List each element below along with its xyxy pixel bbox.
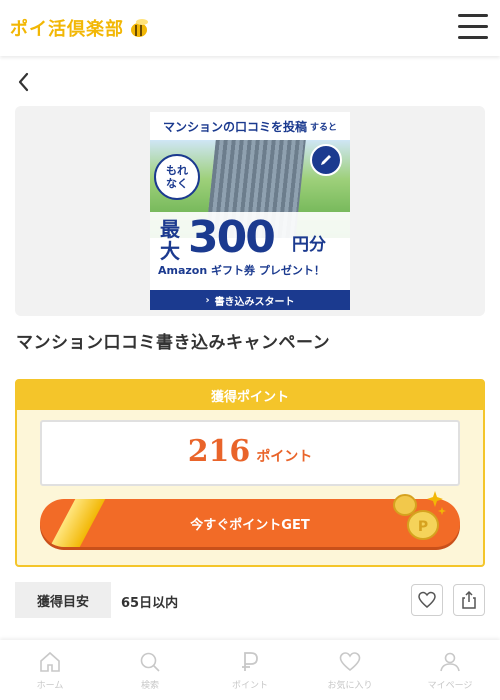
banner-headline-text: マンションの口コミを投稿 — [162, 119, 307, 134]
tab-favorites[interactable]: お気に入り — [300, 640, 400, 700]
tab-search-label: 検索 — [140, 681, 159, 691]
banner-max-label: 最大 — [160, 217, 180, 263]
points-value-box: 216 ポイント — [40, 420, 460, 486]
user-icon — [440, 652, 460, 672]
heart-icon — [418, 591, 436, 608]
points-header: 獲得ポイント — [17, 381, 483, 410]
bee-logo-icon — [131, 19, 148, 37]
heart-icon — [339, 652, 361, 672]
bottom-tab-bar: ホーム 検索 ポイント お気に入り マイページ — [0, 640, 500, 700]
banner-badge-text: もれなく — [166, 164, 188, 190]
tab-mypage-label: マイページ — [427, 681, 473, 691]
share-icon — [462, 590, 476, 609]
banner-headline-suffix: すると — [310, 122, 338, 133]
banner-offer: 最大 300 円分 Amazon ギフト券 プレゼント！ — [150, 212, 350, 282]
button-stripe — [46, 499, 108, 547]
banner-cta-label: 書き込みスタート — [214, 296, 295, 308]
campaign-banner-area: マンションの口コミを投稿 すると もれなく 最大 300 円分 Amazon ギ… — [15, 106, 485, 316]
pencil-icon — [310, 144, 342, 176]
chevron-left-icon[interactable] — [14, 70, 34, 94]
share-button[interactable] — [453, 584, 485, 616]
tab-favorites-label: お気に入り — [327, 681, 373, 691]
point-icon — [242, 652, 258, 671]
banner-headline: マンションの口コミを投稿 すると — [150, 112, 350, 140]
tab-search[interactable]: 検索 — [100, 640, 200, 700]
home-icon — [40, 651, 60, 672]
page-title: マンション口コミ書き込みキャンペーン — [16, 333, 331, 353]
coins-icon: P — [393, 491, 446, 540]
banner-badge: もれなく — [154, 154, 200, 200]
tab-points[interactable]: ポイント — [200, 640, 300, 700]
points-panel: 獲得ポイント 216 ポイント 今すぐポイントGET P — [15, 379, 485, 567]
tab-points-label: ポイント — [231, 681, 268, 691]
svg-text:P: P — [418, 519, 428, 535]
estimate-value: 65日以内 — [121, 596, 179, 611]
logo-text: ポイ活倶楽部 — [10, 19, 124, 40]
app-header: ポイ活倶楽部 — [0, 0, 500, 56]
banner-gift-text: Amazon ギフト券 プレゼント！ — [158, 264, 325, 277]
banner-unit: 円分 — [292, 235, 326, 255]
search-icon — [140, 652, 160, 672]
tab-mypage[interactable]: マイページ — [400, 640, 500, 700]
caret-right-icon: › — [205, 294, 210, 306]
campaign-banner[interactable]: マンションの口コミを投稿 すると もれなく 最大 300 円分 Amazon ギ… — [150, 112, 350, 310]
points-unit: ポイント — [256, 449, 313, 465]
estimate-label: 獲得目安 — [15, 582, 111, 618]
tab-home[interactable]: ホーム — [0, 640, 100, 700]
points-value: 216 — [187, 434, 251, 469]
get-points-label: 今すぐポイントGET — [190, 517, 310, 533]
tab-home-label: ホーム — [36, 681, 64, 691]
hamburger-menu-icon[interactable] — [458, 14, 488, 40]
favorite-button[interactable] — [411, 584, 443, 616]
banner-amount: 300 — [188, 212, 276, 263]
banner-cta-button[interactable]: › 書き込みスタート — [150, 290, 350, 310]
logo[interactable]: ポイ活倶楽部 — [10, 14, 150, 42]
